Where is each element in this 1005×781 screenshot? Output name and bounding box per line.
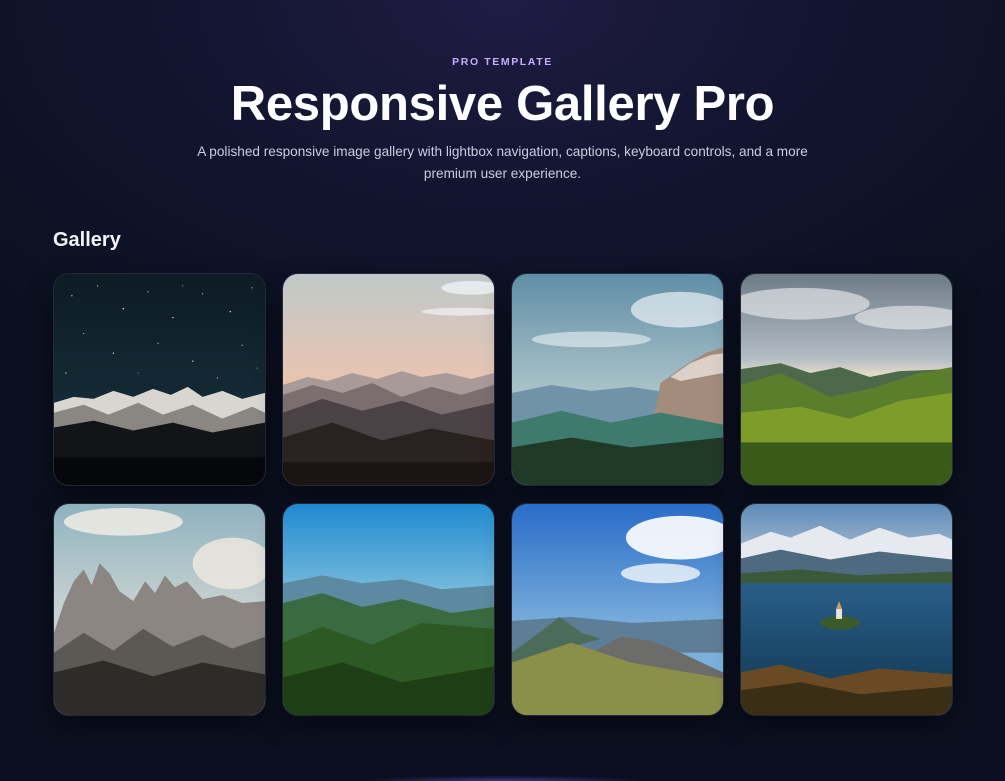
gallery-item-forest-hills[interactable] [282,503,495,716]
gallery-item-blue-sky-summit[interactable] [511,503,724,716]
gallery-item-dolomite-spires[interactable] [53,503,266,716]
gallery-image [283,504,494,715]
gallery-item-green-hills[interactable] [740,273,953,486]
gallery-image [741,504,952,715]
page-subtitle: A polished responsive image gallery with… [197,144,808,181]
gallery-image [54,504,265,715]
gallery-image [283,274,494,485]
gallery-image [54,274,265,485]
gallery-item-starry-night-peaks[interactable] [53,273,266,486]
page-title: Responsive Gallery Pro [230,77,775,131]
gallery-item-alpine-valley[interactable] [511,273,724,486]
gallery-item-lake-island[interactable] [740,503,953,716]
gallery-grid [53,273,953,716]
gallery-image [512,274,723,485]
eyebrow-label: PRO TEMPLATE [452,56,553,68]
gallery-image [512,504,723,715]
gallery-item-sunset-ridges[interactable] [282,273,495,486]
gallery-heading: Gallery [53,229,121,251]
gallery-image [741,274,952,485]
bottom-glow [370,776,635,781]
